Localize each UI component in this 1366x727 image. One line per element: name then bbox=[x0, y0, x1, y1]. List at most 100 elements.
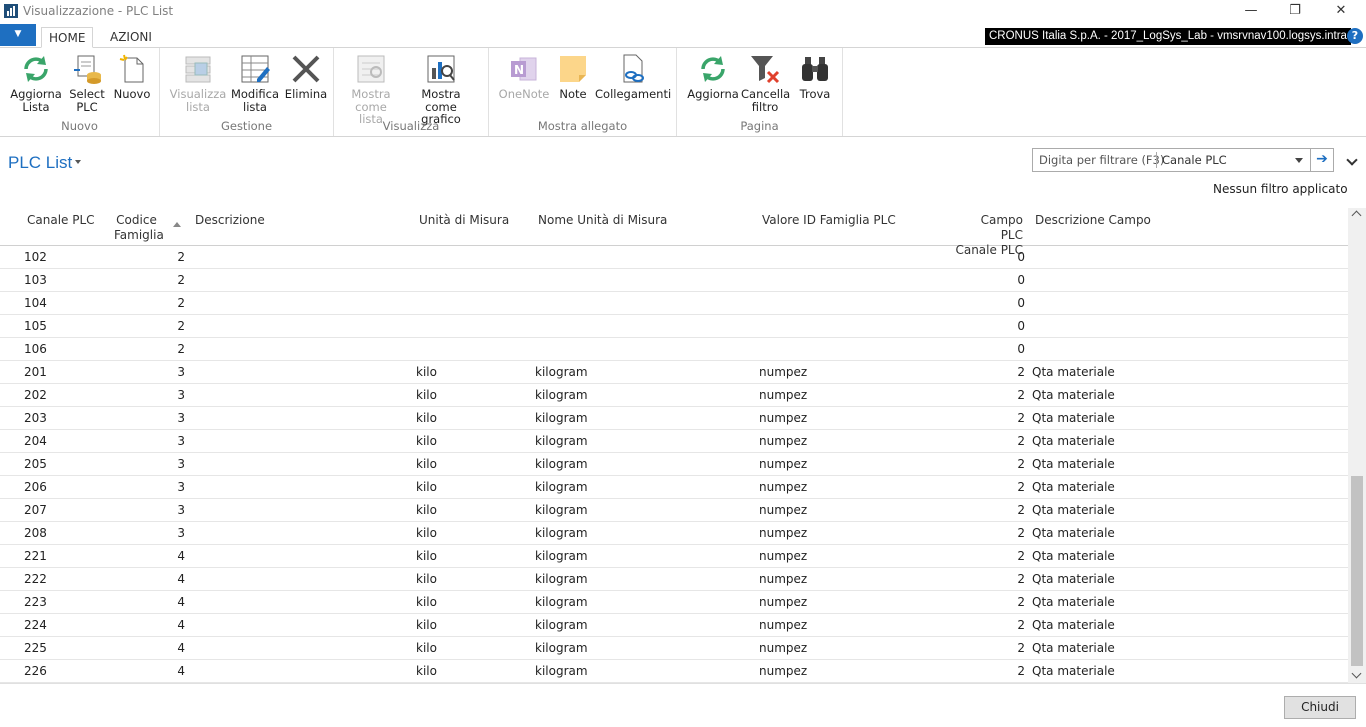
mostra-come-grafico-button[interactable]: Mostra come grafico bbox=[404, 53, 478, 126]
cell-valore-id-famiglia: numpez bbox=[759, 595, 808, 609]
table-row[interactable]: 207 3 kilo kilogram numpez 2 Qta materiale bbox=[0, 499, 1348, 522]
cell-unita-misura: kilo bbox=[416, 595, 437, 609]
table-row[interactable]: 224 4 kilo kilogram numpez 2 Qta materiale bbox=[0, 614, 1348, 637]
onenote-icon: N bbox=[508, 53, 540, 85]
cancella-filtro-button[interactable]: Cancella filtro bbox=[741, 53, 790, 113]
note-button[interactable]: Note bbox=[555, 53, 591, 101]
table-row[interactable]: 201 3 kilo kilogram numpez 2 Qta materiale bbox=[0, 361, 1348, 384]
table-row[interactable]: 104 2 0 bbox=[0, 292, 1348, 315]
chiudi-button[interactable]: Chiudi bbox=[1284, 696, 1356, 719]
column-header-descrizione[interactable]: Descrizione bbox=[195, 213, 265, 228]
nuovo-button[interactable]: Nuovo bbox=[112, 53, 152, 101]
onenote-button[interactable]: N OneNote bbox=[497, 53, 551, 101]
ribbon-tab-bar: ▼ HOME AZIONI CRONUS Italia S.p.A. - 201… bbox=[0, 24, 1366, 48]
cell-descrizione-campo: Qta materiale bbox=[1032, 664, 1115, 678]
filter-field-dropdown-icon[interactable] bbox=[1295, 158, 1303, 163]
table-row[interactable]: 202 3 kilo kilogram numpez 2 Qta materiale bbox=[0, 384, 1348, 407]
cell-descrizione-campo: Qta materiale bbox=[1032, 595, 1115, 609]
table-row[interactable]: 103 2 0 bbox=[0, 269, 1348, 292]
table-row[interactable]: 204 3 kilo kilogram numpez 2 Qta materiale bbox=[0, 430, 1348, 453]
cell-canale-plc: 223 bbox=[24, 595, 47, 609]
cell-codice-famiglia: 3 bbox=[177, 365, 185, 379]
filter-field-select[interactable]: Canale PLC bbox=[1162, 153, 1227, 167]
links-icon bbox=[617, 53, 649, 85]
column-header-canale-plc[interactable]: Canale PLC bbox=[27, 213, 95, 228]
table-row[interactable]: 203 3 kilo kilogram numpez 2 Qta materiale bbox=[0, 407, 1348, 430]
cell-campo-plc: 2 bbox=[1017, 641, 1025, 655]
select-plc-icon bbox=[71, 53, 103, 85]
visualizza-lista-button[interactable]: Visualizza lista bbox=[168, 53, 228, 113]
filter-input[interactable]: Digita per filtrare (F3) bbox=[1039, 153, 1164, 167]
onenote-label: OneNote bbox=[498, 87, 550, 101]
page-title-dropdown-icon[interactable] bbox=[75, 160, 81, 164]
page-title[interactable]: PLC List bbox=[8, 153, 72, 173]
table-row[interactable]: 105 2 0 bbox=[0, 315, 1348, 338]
filter-status: Nessun filtro applicato bbox=[1213, 182, 1348, 196]
help-icon[interactable]: ? bbox=[1347, 28, 1363, 44]
select-plc-button[interactable]: Select PLC bbox=[66, 53, 108, 113]
scroll-up-icon[interactable] bbox=[1351, 210, 1362, 221]
aggiorna-button[interactable]: Aggiorna bbox=[685, 53, 741, 101]
cell-nome-unita-misura: kilogram bbox=[535, 526, 588, 540]
cell-canale-plc: 224 bbox=[24, 618, 47, 632]
table-row[interactable]: 206 3 kilo kilogram numpez 2 Qta materiale bbox=[0, 476, 1348, 499]
table-row[interactable]: 226 4 kilo kilogram numpez 2 Qta materiale bbox=[0, 660, 1348, 683]
table-row[interactable]: 106 2 0 bbox=[0, 338, 1348, 361]
modifica-lista-button[interactable]: Modifica lista bbox=[230, 53, 280, 113]
window-title: Visualizzazione - PLC List bbox=[23, 4, 174, 18]
view-list-icon bbox=[182, 53, 214, 85]
cell-campo-plc: 2 bbox=[1017, 549, 1025, 563]
minimize-button[interactable]: — bbox=[1228, 0, 1274, 24]
elimina-button[interactable]: Elimina bbox=[284, 53, 328, 101]
close-window-button[interactable]: ✕ bbox=[1318, 0, 1364, 24]
restore-button[interactable]: ❐ bbox=[1272, 0, 1318, 24]
cell-codice-famiglia: 3 bbox=[177, 434, 185, 448]
vertical-scrollbar[interactable] bbox=[1348, 208, 1366, 683]
collegamenti-button[interactable]: Collegamenti bbox=[595, 53, 671, 101]
column-header-nome-unita-misura[interactable]: Nome Unità di Misura bbox=[538, 213, 667, 228]
tab-home[interactable]: HOME bbox=[41, 27, 94, 48]
mostra-come-lista-button[interactable]: Mostra come lista bbox=[342, 53, 400, 126]
column-header-descrizione-campo[interactable]: Descrizione Campo bbox=[1035, 213, 1151, 228]
column-header-valore-id-famiglia[interactable]: Valore ID Famiglia PLC bbox=[762, 213, 896, 228]
aggiorna-lista-label-2: Lista bbox=[22, 99, 50, 114]
filter-apply-arrow-icon[interactable]: ➔ bbox=[1310, 149, 1333, 171]
table-row[interactable]: 102 2 0 bbox=[0, 246, 1348, 269]
collegamenti-label: Collegamenti bbox=[595, 87, 672, 101]
cell-campo-plc: 2 bbox=[1017, 457, 1025, 471]
cell-campo-plc: 0 bbox=[1017, 296, 1025, 310]
application-menu-button[interactable]: ▼ bbox=[0, 24, 36, 46]
table-row[interactable]: 221 4 kilo kilogram numpez 2 Qta materiale bbox=[0, 545, 1348, 568]
modifica-lista-label-1: Modifica bbox=[230, 87, 280, 101]
scroll-down-icon[interactable] bbox=[1351, 668, 1362, 679]
clear-filter-icon bbox=[749, 53, 781, 85]
window-title-bar: Visualizzazione - PLC List — ❐ ✕ bbox=[0, 0, 1366, 24]
column-header-codice-famiglia[interactable]: Codice Famiglia bbox=[114, 213, 164, 243]
cell-unita-misura: kilo bbox=[416, 411, 437, 425]
cell-nome-unita-misura: kilogram bbox=[535, 595, 588, 609]
svg-text:N: N bbox=[514, 63, 524, 77]
table-row[interactable]: 222 4 kilo kilogram numpez 2 Qta materiale bbox=[0, 568, 1348, 591]
cell-campo-plc: 2 bbox=[1017, 411, 1025, 425]
cell-unita-misura: kilo bbox=[416, 618, 437, 632]
table-row[interactable]: 225 4 kilo kilogram numpez 2 Qta materiale bbox=[0, 637, 1348, 660]
table-row[interactable]: 205 3 kilo kilogram numpez 2 Qta materiale bbox=[0, 453, 1348, 476]
chevron-down-icon[interactable] bbox=[1346, 154, 1358, 166]
cell-canale-plc: 105 bbox=[24, 319, 47, 333]
trova-button[interactable]: Trova bbox=[795, 53, 835, 101]
cell-campo-plc: 2 bbox=[1017, 388, 1025, 402]
aggiorna-lista-button[interactable]: Aggiorna Lista bbox=[8, 53, 64, 113]
cell-nome-unita-misura: kilogram bbox=[535, 641, 588, 655]
ribbon-group-mostra-allegato-label: Mostra allegato bbox=[537, 119, 628, 133]
table-header: Canale PLC Codice Famiglia Descrizione U… bbox=[0, 208, 1348, 257]
cell-campo-plc: 2 bbox=[1017, 503, 1025, 517]
cell-campo-plc: 2 bbox=[1017, 526, 1025, 540]
column-header-unita-misura[interactable]: Unità di Misura bbox=[419, 213, 509, 228]
table-row[interactable]: 223 4 kilo kilogram numpez 2 Qta materiale bbox=[0, 591, 1348, 614]
scrollbar-thumb[interactable] bbox=[1351, 476, 1363, 666]
cell-canale-plc: 205 bbox=[24, 457, 47, 471]
table-row[interactable]: 208 3 kilo kilogram numpez 2 Qta materiale bbox=[0, 522, 1348, 545]
tab-azioni[interactable]: AZIONI bbox=[103, 27, 159, 48]
cell-valore-id-famiglia: numpez bbox=[759, 480, 808, 494]
cell-descrizione-campo: Qta materiale bbox=[1032, 641, 1115, 655]
